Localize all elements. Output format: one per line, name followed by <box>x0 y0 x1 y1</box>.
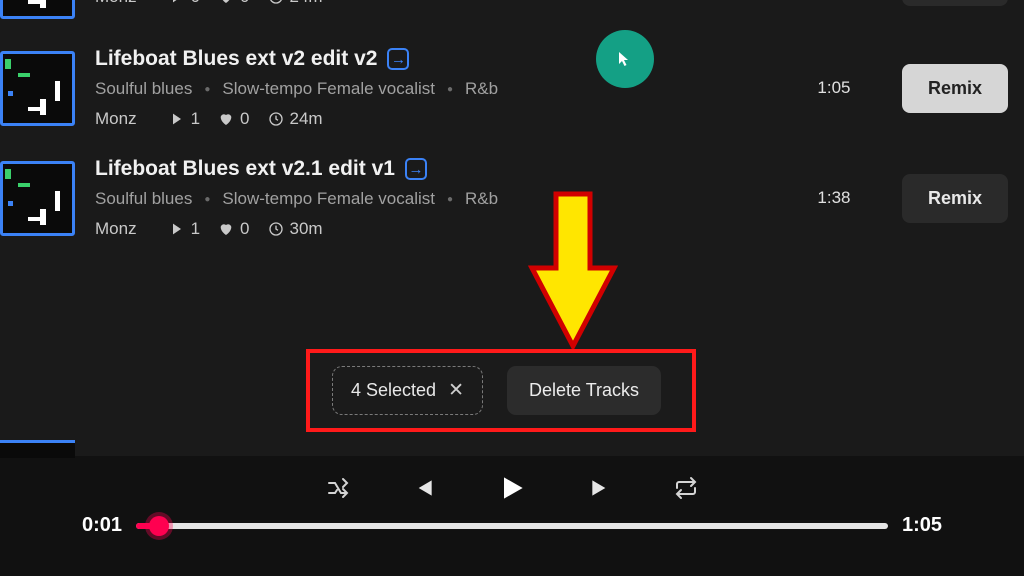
track-tags: Soulful blues ● Slow-tempo Female vocalist… <box>95 189 774 209</box>
track-age: 30m <box>268 219 323 239</box>
track-thumbnail[interactable] <box>0 0 75 19</box>
like-count-value: 0 <box>240 219 249 239</box>
track-main: Soulful blues●Slow-tempo Female vocalist… <box>95 0 774 7</box>
play-count: 1 <box>169 219 200 239</box>
total-time: 1:05 <box>902 514 942 537</box>
track-age-value: 24m <box>290 0 323 7</box>
cursor-arrow-icon <box>617 51 633 67</box>
selection-count-label: 4 Selected <box>351 380 436 401</box>
remix-button[interactable]: Remix <box>902 0 1008 6</box>
play-count-value: 0 <box>191 0 200 7</box>
play-count-value: 1 <box>191 109 200 129</box>
track-title-row: Lifeboat Blues ext v2.1 edit v1 → <box>95 157 774 181</box>
track-meta: Monz 0 0 24m <box>95 0 774 7</box>
cursor-highlight <box>596 30 654 88</box>
play-count-value: 1 <box>191 219 200 239</box>
selection-action-bar: 4 Selected ✕ Delete Tracks <box>306 349 696 432</box>
like-count-value: 0 <box>240 109 249 129</box>
track-right: 1:05 Remix <box>794 64 1008 113</box>
remix-button[interactable]: Remix <box>902 174 1008 223</box>
shuffle-button[interactable] <box>326 476 350 500</box>
current-time: 0:01 <box>82 514 122 537</box>
track-duration: 1:05 <box>794 78 874 98</box>
seek-slider[interactable] <box>136 523 888 529</box>
repeat-button[interactable] <box>674 476 698 500</box>
play-icon <box>169 0 185 5</box>
clear-selection-icon[interactable]: ✕ <box>448 379 464 402</box>
track-right: 1:38 Remix <box>794 174 1008 223</box>
repeat-icon <box>674 476 698 500</box>
track-tag: Soulful blues <box>95 79 192 99</box>
clock-icon <box>268 221 284 237</box>
like-count-value: 0 <box>240 0 249 7</box>
selection-count-pill[interactable]: 4 Selected ✕ <box>332 366 483 415</box>
track-age: 24m <box>268 0 323 7</box>
track-row[interactable]: Soulful blues●Slow-tempo Female vocalist… <box>0 0 1024 33</box>
track-title-row: Lifeboat Blues ext v2 edit v2 → <box>95 47 774 71</box>
track-artist[interactable]: Monz <box>95 0 137 7</box>
clock-icon <box>268 111 284 127</box>
track-age-value: 30m <box>290 219 323 239</box>
track-meta: Monz 1 0 30m <box>95 219 774 239</box>
play-count: 0 <box>169 0 200 7</box>
track-meta: Monz 1 0 24m <box>95 109 774 129</box>
track-row[interactable]: Lifeboat Blues ext v2 edit v2 → Soulful bl… <box>0 33 1024 143</box>
seek-row: 0:01 1:05 <box>0 504 1024 537</box>
heart-icon <box>218 221 234 237</box>
previous-button[interactable] <box>410 475 436 501</box>
open-track-icon[interactable]: → <box>405 158 427 180</box>
track-artist[interactable]: Monz <box>95 109 137 129</box>
like-count[interactable]: 0 <box>218 219 249 239</box>
delete-tracks-button[interactable]: Delete Tracks <box>507 366 661 415</box>
separator-dot: ● <box>447 84 453 95</box>
track-row[interactable]: Lifeboat Blues ext v2.1 edit v1 → Soulful … <box>0 143 1024 253</box>
heart-icon <box>218 111 234 127</box>
clock-icon <box>268 0 284 5</box>
separator-dot: ● <box>447 194 453 205</box>
shuffle-icon <box>326 476 350 500</box>
play-icon <box>496 472 528 504</box>
track-tag: Slow-tempo Female vocalist <box>222 189 435 209</box>
separator-dot: ● <box>204 84 210 95</box>
like-count[interactable]: 0 <box>218 0 249 7</box>
track-thumbnail[interactable] <box>0 51 75 126</box>
next-track-thumbnail-peek[interactable] <box>0 440 75 458</box>
track-tag: Soulful blues <box>95 189 192 209</box>
track-title[interactable]: Lifeboat Blues ext v2.1 edit v1 <box>95 157 395 181</box>
play-icon <box>169 221 185 237</box>
player-bar: 0:01 1:05 <box>0 456 1024 576</box>
track-list: Soulful blues ● Slow-tempo Female vocalist… <box>0 0 1024 253</box>
play-icon <box>169 111 185 127</box>
track-thumbnail[interactable] <box>0 161 75 236</box>
next-button[interactable] <box>588 475 614 501</box>
skip-previous-icon <box>410 475 436 501</box>
like-count[interactable]: 0 <box>218 109 249 129</box>
track-tags: Soulful blues ● Slow-tempo Female vocalist… <box>95 79 774 99</box>
player-controls <box>0 456 1024 504</box>
track-tag: R&b <box>465 189 498 209</box>
track-tag: R&b <box>465 79 498 99</box>
play-button[interactable] <box>496 472 528 504</box>
track-right: 1:05Remix <box>794 0 1008 6</box>
remix-button[interactable]: Remix <box>902 64 1008 113</box>
track-artist[interactable]: Monz <box>95 219 137 239</box>
track-age: 24m <box>268 109 323 129</box>
track-duration: 1:38 <box>794 188 874 208</box>
seek-thumb[interactable] <box>149 516 169 536</box>
track-tag: Slow-tempo Female vocalist <box>222 79 435 99</box>
skip-next-icon <box>588 475 614 501</box>
track-main: Lifeboat Blues ext v2.1 edit v1 → Soulful … <box>95 157 774 239</box>
annotation-arrow-icon <box>528 190 618 350</box>
open-track-icon[interactable]: → <box>387 48 409 70</box>
heart-icon <box>218 0 234 5</box>
track-title[interactable]: Lifeboat Blues ext v2 edit v2 <box>95 47 377 71</box>
play-count: 1 <box>169 109 200 129</box>
track-main: Lifeboat Blues ext v2 edit v2 → Soulful bl… <box>95 47 774 129</box>
track-age-value: 24m <box>290 109 323 129</box>
separator-dot: ● <box>204 194 210 205</box>
